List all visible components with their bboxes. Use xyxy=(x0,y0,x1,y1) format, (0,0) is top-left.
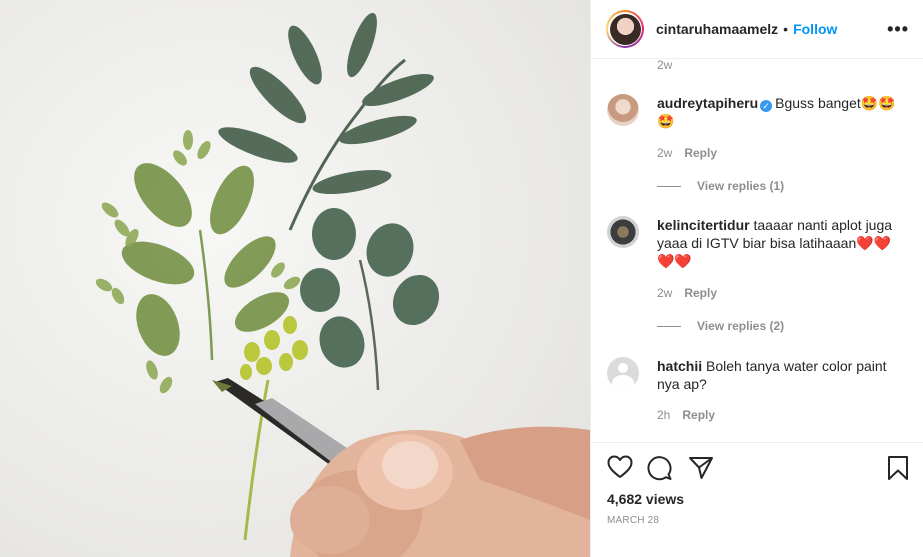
replies-divider-line xyxy=(657,185,681,187)
follow-button[interactable]: Follow xyxy=(793,21,837,37)
comments-list[interactable]: 2w audreytapiheru ✓ Bguss banget🤩🤩🤩 2w Repl… xyxy=(591,60,923,442)
comment-meta: 2w Reply xyxy=(657,286,717,300)
commenter-avatar[interactable] xyxy=(607,357,639,389)
comment-meta: 2h Reply xyxy=(657,408,715,422)
comment-time: 2w xyxy=(657,286,673,300)
comment-time: 2h xyxy=(657,408,671,422)
reply-button[interactable]: Reply xyxy=(682,408,715,422)
reply-button[interactable]: Reply xyxy=(684,146,717,160)
previous-comment-time: 2w xyxy=(657,60,673,72)
heart-icon[interactable] xyxy=(607,455,633,484)
commenter-avatar[interactable] xyxy=(607,216,639,248)
post-date: MARCH 28 xyxy=(607,515,660,526)
view-replies-label: View replies (1) xyxy=(697,179,785,193)
bookmark-icon[interactable] xyxy=(887,455,909,486)
view-replies-button[interactable]: View replies (2) xyxy=(657,319,784,333)
action-icons-row xyxy=(607,455,909,481)
comment-item: kelincitertidur taaaar nanti aplot juga … xyxy=(607,216,907,270)
author-avatar[interactable] xyxy=(606,10,644,48)
reply-button[interactable]: Reply xyxy=(684,286,717,300)
commenter-username[interactable]: hatchii xyxy=(657,358,702,374)
author-username[interactable]: cintaruhamaamelz xyxy=(656,21,778,37)
post-side-panel: cintaruhamaamelz • Follow ••• 2w audreyt… xyxy=(590,0,923,557)
post-actions-section: 4,682 views MARCH 28 xyxy=(591,442,923,557)
replies-divider-line xyxy=(657,325,681,327)
share-icon[interactable] xyxy=(688,455,714,486)
view-replies-label: View replies (2) xyxy=(697,319,785,333)
verified-badge-icon: ✓ xyxy=(760,100,773,112)
comment-meta: 2w Reply xyxy=(657,146,717,160)
commenter-username[interactable]: audreytapiheru xyxy=(657,95,758,111)
comment-item: hatchii Boleh tanya water color paint ny… xyxy=(607,357,907,393)
commenter-avatar[interactable] xyxy=(607,94,639,126)
comment-icon[interactable] xyxy=(647,455,673,486)
watercolor-painting-image xyxy=(0,0,590,557)
post-video[interactable] xyxy=(0,0,590,557)
comment-item: audreytapiheru ✓ Bguss banget🤩🤩🤩 xyxy=(607,94,907,130)
comment-time: 2w xyxy=(657,146,673,160)
view-count[interactable]: 4,682 views xyxy=(607,491,684,507)
more-options-icon[interactable]: ••• xyxy=(887,19,909,40)
commenter-username[interactable]: kelincitertidur xyxy=(657,217,750,233)
header-separator: • xyxy=(783,21,789,37)
post-header: cintaruhamaamelz • Follow ••• xyxy=(591,0,923,59)
view-replies-button[interactable]: View replies (1) xyxy=(657,179,784,193)
